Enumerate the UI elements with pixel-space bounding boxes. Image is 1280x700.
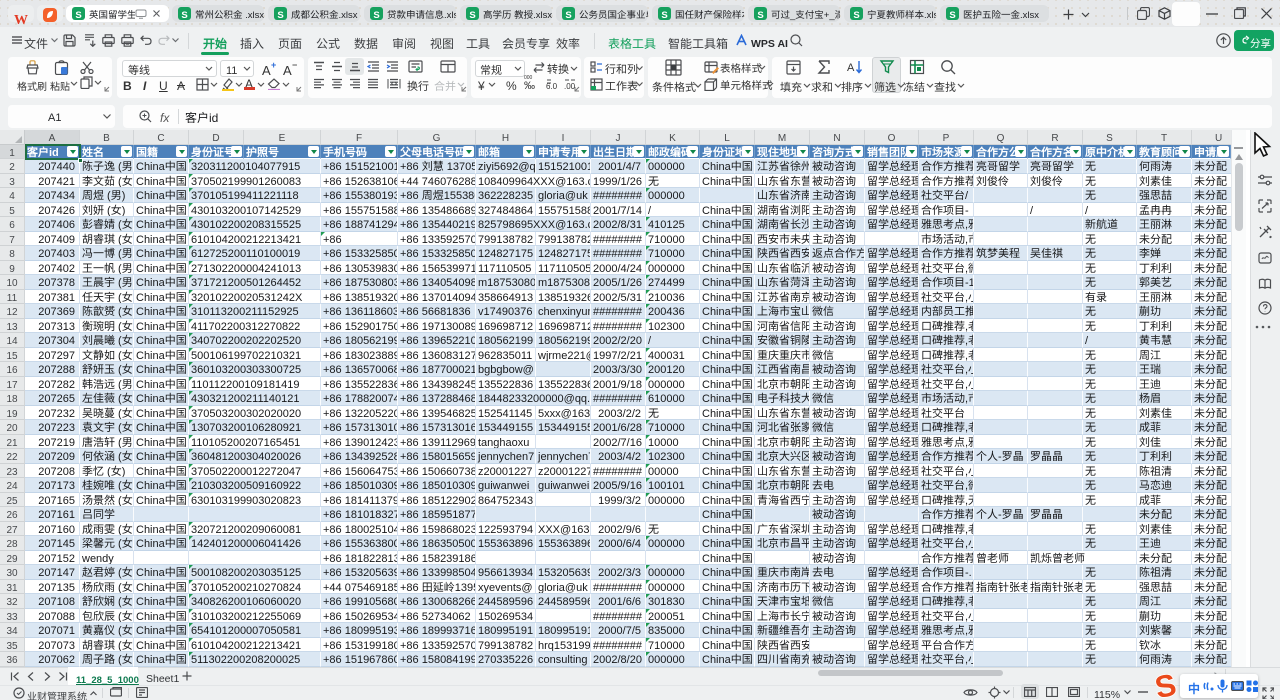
svg-text:S: S xyxy=(1152,669,1180,700)
svg-text:6.0: 6.0 xyxy=(546,81,558,90)
svg-text:A: A xyxy=(847,59,855,75)
